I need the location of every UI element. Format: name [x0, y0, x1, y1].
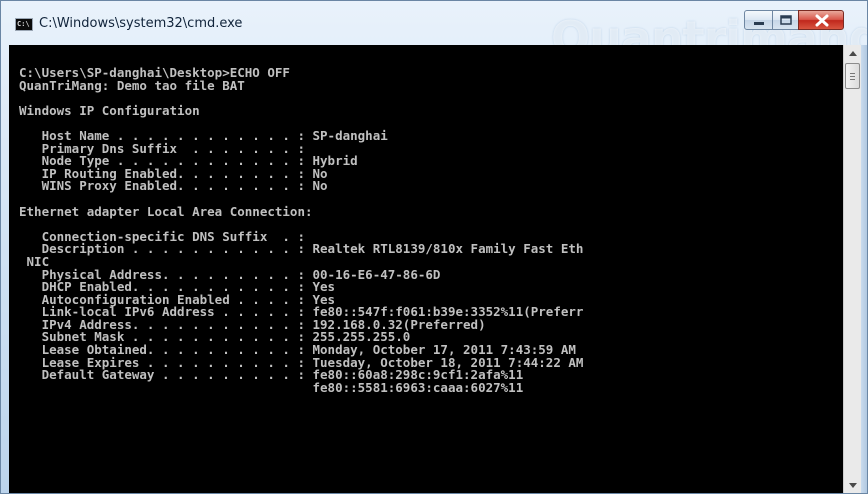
- close-button[interactable]: [798, 10, 844, 30]
- cmd-window: C:\ C:\Windows\system32\cmd.exe Quantrim…: [0, 0, 868, 494]
- window-frame-edge: [861, 45, 867, 493]
- vertical-scrollbar[interactable]: [843, 45, 862, 493]
- scroll-up-button[interactable]: [844, 45, 862, 62]
- maximize-icon: [780, 15, 792, 25]
- console-line: fe80::5581:6963:caaa:6027%11: [19, 379, 524, 395]
- minimize-button[interactable]: [744, 10, 773, 30]
- title-bar[interactable]: C:\ C:\Windows\system32\cmd.exe Quantrim…: [1, 1, 867, 65]
- scroll-thumb[interactable]: [845, 63, 860, 89]
- console-line: Ethernet adapter Local Area Connection:: [19, 203, 313, 219]
- console-text: C:\Users\SP-danghai\Desktop>ECHO OFF Qua…: [9, 45, 843, 394]
- cmd-app-icon[interactable]: C:\: [15, 18, 33, 31]
- thumb-grip-line: [850, 79, 855, 80]
- minimize-icon: [754, 22, 764, 25]
- scroll-down-button[interactable]: [844, 477, 862, 493]
- console-line: Windows IP Configuration: [19, 102, 200, 118]
- console-line: WINS Proxy Enabled. . . . . . . . : No: [19, 178, 328, 194]
- arrow-up-icon: [849, 51, 857, 56]
- console-line: Description . . . . . . . . . . . : Real…: [19, 241, 584, 257]
- maximize-button[interactable]: [772, 10, 799, 30]
- arrow-down-icon: [849, 483, 857, 488]
- thumb-grip-line: [850, 76, 855, 77]
- window-title: C:\Windows\system32\cmd.exe: [39, 16, 243, 31]
- console-output[interactable]: C:\Users\SP-danghai\Desktop>ECHO OFF Qua…: [9, 45, 843, 493]
- console-line: QuanTriMang: Demo tao file BAT: [19, 77, 245, 93]
- thumb-grip-line: [850, 73, 855, 74]
- close-icon: [815, 14, 829, 27]
